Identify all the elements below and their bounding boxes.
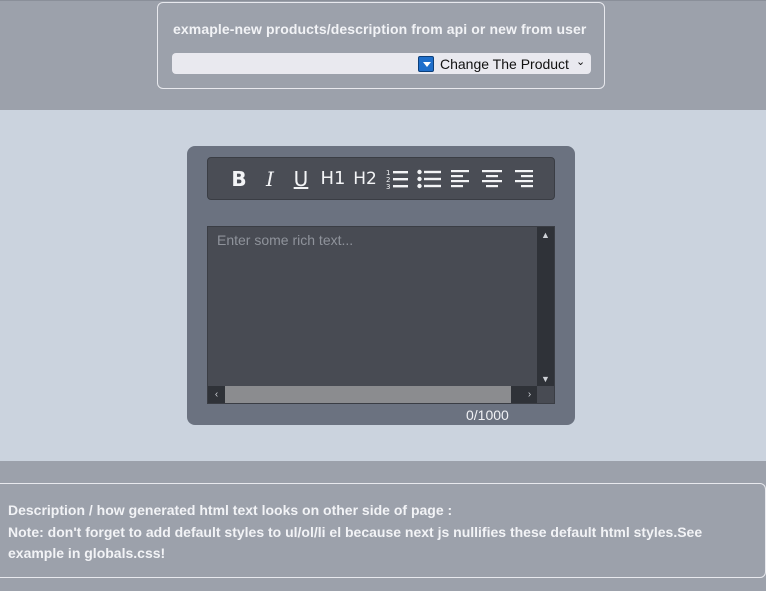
underline-icon[interactable]: U (291, 167, 311, 191)
editor-placeholder: Enter some rich text... (217, 232, 354, 248)
description-text: Description / how generated html text lo… (8, 500, 748, 565)
scroll-down-icon[interactable]: ▼ (537, 371, 554, 387)
horizontal-scroll-thumb[interactable] (225, 386, 511, 403)
italic-icon[interactable]: I (260, 167, 280, 191)
svg-text:3: 3 (386, 183, 390, 191)
product-panel-title: exmaple-new products/description from ap… (173, 21, 587, 37)
top-section: exmaple-new products/description from ap… (0, 0, 766, 110)
description-heading: Description / how generated html text lo… (8, 502, 453, 518)
editor-toolbar: B I U H1 H2 1 2 3 (207, 157, 555, 200)
product-selector-card: exmaple-new products/description from ap… (157, 2, 605, 89)
change-product-select[interactable]: Change The Product ⌄ (172, 53, 591, 74)
chevron-down-icon: ⌄ (576, 56, 586, 68)
scroll-up-icon[interactable]: ▲ (537, 227, 554, 243)
description-section: Description / how generated html text lo… (0, 461, 766, 591)
heading-2-icon[interactable]: H2 (351, 167, 379, 191)
horizontal-scrollbar[interactable]: ‹ › (208, 386, 538, 403)
ordered-list-icon[interactable]: 1 2 3 (386, 167, 408, 191)
rich-text-editor: B I U H1 H2 1 2 3 Enter some rich text..… (187, 146, 575, 425)
editor-section: B I U H1 H2 1 2 3 Enter some rich text..… (0, 110, 766, 461)
vertical-scrollbar[interactable]: ▲ ▼ (537, 227, 554, 387)
bold-icon[interactable]: B (229, 167, 249, 191)
description-card: Description / how generated html text lo… (0, 483, 766, 578)
change-product-label: Change The Product (440, 56, 569, 72)
description-note: Note: don't forget to add default styles… (8, 523, 703, 562)
scroll-right-icon[interactable]: › (521, 386, 538, 403)
rich-text-input[interactable]: Enter some rich text... ▲ ▼ ‹ › (207, 226, 555, 404)
dropdown-checkbox-icon[interactable] (418, 56, 434, 72)
unordered-list-icon[interactable] (417, 167, 441, 191)
character-counter: 0/1000 (466, 407, 509, 423)
align-center-icon[interactable] (481, 167, 503, 191)
align-left-icon[interactable] (451, 167, 471, 191)
align-right-icon[interactable] (513, 167, 533, 191)
scrollbar-corner (537, 386, 554, 403)
heading-1-icon[interactable]: H1 (319, 167, 347, 191)
scroll-left-icon[interactable]: ‹ (208, 386, 225, 403)
